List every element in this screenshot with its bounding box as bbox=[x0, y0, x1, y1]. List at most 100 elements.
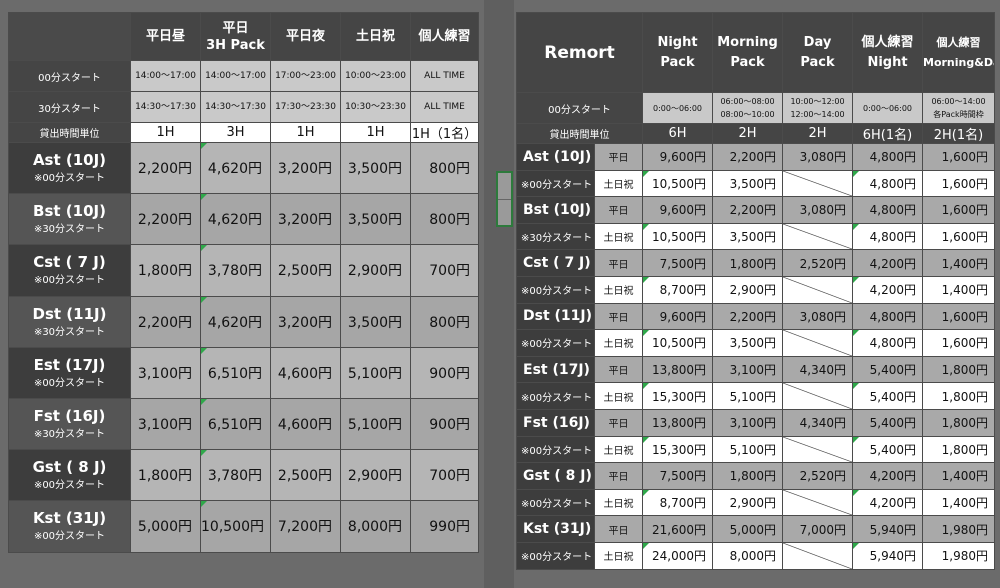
left-price-cell[interactable]: 7,200円 bbox=[270, 500, 341, 553]
left-price-cell[interactable]: 900円 bbox=[410, 346, 479, 399]
right-holiday-price[interactable]: 15,300円 bbox=[642, 382, 713, 410]
right-holiday-price[interactable]: 1,400円 bbox=[922, 488, 995, 517]
right-holiday-price[interactable]: 3,500円 bbox=[712, 329, 783, 357]
right-weekday-price[interactable]: 2,200円 bbox=[712, 302, 783, 331]
left-price-cell[interactable]: 4,620円 bbox=[200, 295, 271, 348]
left-price-cell[interactable]: 8,000円 bbox=[340, 500, 411, 553]
left-price-cell[interactable]: 3,500円 bbox=[340, 295, 411, 348]
right-weekday-price[interactable]: 13,800円 bbox=[642, 355, 713, 384]
left-price-cell[interactable]: 3,200円 bbox=[270, 193, 341, 246]
right-holiday-price[interactable]: 4,800円 bbox=[852, 169, 923, 198]
right-weekday-price[interactable]: 3,100円 bbox=[712, 355, 783, 384]
left-price-cell[interactable]: 10,500円 bbox=[200, 500, 271, 553]
right-weekday-price[interactable]: 7,000円 bbox=[782, 515, 853, 543]
right-holiday-price[interactable]: 10,500円 bbox=[642, 329, 713, 357]
right-holiday-price[interactable]: 4,200円 bbox=[852, 275, 923, 304]
left-price-cell[interactable]: 800円 bbox=[410, 295, 479, 348]
left-price-cell[interactable]: 3,100円 bbox=[130, 346, 201, 399]
left-price-cell[interactable]: 3,780円 bbox=[200, 449, 271, 502]
right-holiday-price[interactable]: 1,980円 bbox=[922, 541, 995, 570]
left-price-cell[interactable]: 2,500円 bbox=[270, 244, 341, 297]
left-price-cell[interactable]: 4,600円 bbox=[270, 397, 341, 451]
right-weekday-price[interactable]: 4,340円 bbox=[782, 355, 853, 384]
right-holiday-price[interactable]: 4,200円 bbox=[852, 488, 923, 517]
left-price-cell[interactable]: 6,510円 bbox=[200, 397, 271, 451]
left-price-cell[interactable]: 1,800円 bbox=[130, 449, 201, 502]
right-holiday-price[interactable]: 1,800円 bbox=[922, 435, 995, 464]
left-price-cell[interactable]: 4,620円 bbox=[200, 193, 271, 246]
right-holiday-price[interactable]: 5,400円 bbox=[852, 435, 923, 464]
right-weekday-price[interactable]: 21,600円 bbox=[642, 515, 713, 543]
right-weekday-price[interactable]: 4,340円 bbox=[782, 408, 853, 437]
left-price-cell[interactable]: 1,800円 bbox=[130, 244, 201, 297]
right-weekday-price[interactable]: 1,400円 bbox=[922, 249, 995, 277]
left-price-cell[interactable]: 4,600円 bbox=[270, 346, 341, 399]
right-holiday-price[interactable]: 4,800円 bbox=[852, 222, 923, 251]
left-price-cell[interactable]: 3,500円 bbox=[340, 193, 411, 246]
left-price-cell[interactable]: 5,000円 bbox=[130, 500, 201, 553]
left-price-cell[interactable]: 3,500円 bbox=[340, 141, 411, 195]
right-holiday-price[interactable]: 10,500円 bbox=[642, 169, 713, 198]
right-weekday-price[interactable]: 4,800円 bbox=[852, 196, 923, 224]
right-weekday-price[interactable]: 5,400円 bbox=[852, 408, 923, 437]
right-holiday-price[interactable]: 8,700円 bbox=[642, 488, 713, 517]
right-holiday-price[interactable]: 1,600円 bbox=[922, 222, 995, 251]
right-weekday-price[interactable]: 2,520円 bbox=[782, 462, 853, 490]
left-price-cell[interactable]: 2,200円 bbox=[130, 295, 201, 348]
selection-handle[interactable] bbox=[496, 171, 513, 227]
right-weekday-price[interactable]: 1,800円 bbox=[922, 408, 995, 437]
right-weekday-price[interactable]: 13,800円 bbox=[642, 408, 713, 437]
right-holiday-price[interactable]: 5,400円 bbox=[852, 382, 923, 410]
left-price-cell[interactable]: 3,200円 bbox=[270, 141, 341, 195]
left-price-cell[interactable]: 2,900円 bbox=[340, 449, 411, 502]
right-holiday-price[interactable]: 10,500円 bbox=[642, 222, 713, 251]
left-price-cell[interactable]: 2,200円 bbox=[130, 141, 201, 195]
right-weekday-price[interactable]: 5,000円 bbox=[712, 515, 783, 543]
right-holiday-price[interactable]: 24,000円 bbox=[642, 541, 713, 570]
right-holiday-price[interactable]: 5,100円 bbox=[712, 435, 783, 464]
right-weekday-price[interactable]: 2,200円 bbox=[712, 143, 783, 171]
right-weekday-price[interactable]: 3,100円 bbox=[712, 408, 783, 437]
left-price-cell[interactable]: 4,620円 bbox=[200, 141, 271, 195]
left-price-cell[interactable]: 700円 bbox=[410, 449, 479, 502]
right-weekday-price[interactable]: 5,400円 bbox=[852, 355, 923, 384]
right-holiday-price[interactable]: 1,800円 bbox=[922, 382, 995, 410]
right-holiday-price[interactable]: 8,700円 bbox=[642, 275, 713, 304]
right-weekday-price[interactable]: 3,080円 bbox=[782, 302, 853, 331]
right-weekday-price[interactable]: 1,600円 bbox=[922, 196, 995, 224]
right-weekday-price[interactable]: 1,980円 bbox=[922, 515, 995, 543]
right-weekday-price[interactable]: 4,200円 bbox=[852, 249, 923, 277]
right-weekday-price[interactable]: 9,600円 bbox=[642, 143, 713, 171]
left-price-cell[interactable]: 3,100円 bbox=[130, 397, 201, 451]
right-weekday-price[interactable]: 1,800円 bbox=[922, 355, 995, 384]
right-weekday-price[interactable]: 4,200円 bbox=[852, 462, 923, 490]
right-weekday-price[interactable]: 9,600円 bbox=[642, 302, 713, 331]
left-price-cell[interactable]: 2,200円 bbox=[130, 193, 201, 246]
left-price-cell[interactable]: 800円 bbox=[410, 141, 479, 195]
right-weekday-price[interactable]: 2,520円 bbox=[782, 249, 853, 277]
right-weekday-price[interactable]: 1,800円 bbox=[712, 462, 783, 490]
right-weekday-price[interactable]: 1,800円 bbox=[712, 249, 783, 277]
left-price-cell[interactable]: 800円 bbox=[410, 193, 479, 246]
right-weekday-price[interactable]: 4,800円 bbox=[852, 302, 923, 331]
right-holiday-price[interactable]: 1,600円 bbox=[922, 329, 995, 357]
left-price-cell[interactable]: 5,100円 bbox=[340, 397, 411, 451]
right-holiday-price[interactable]: 3,500円 bbox=[712, 169, 783, 198]
right-holiday-price[interactable]: 1,600円 bbox=[922, 169, 995, 198]
right-weekday-price[interactable]: 7,500円 bbox=[642, 249, 713, 277]
left-price-cell[interactable]: 990円 bbox=[410, 500, 479, 553]
right-holiday-price[interactable]: 4,800円 bbox=[852, 329, 923, 357]
right-weekday-price[interactable]: 3,080円 bbox=[782, 196, 853, 224]
right-holiday-price[interactable]: 15,300円 bbox=[642, 435, 713, 464]
right-holiday-price[interactable]: 3,500円 bbox=[712, 222, 783, 251]
left-price-cell[interactable]: 6,510円 bbox=[200, 346, 271, 399]
left-price-cell[interactable]: 900円 bbox=[410, 397, 479, 451]
right-weekday-price[interactable]: 2,200円 bbox=[712, 196, 783, 224]
right-weekday-price[interactable]: 1,600円 bbox=[922, 302, 995, 331]
left-price-cell[interactable]: 2,900円 bbox=[340, 244, 411, 297]
right-weekday-price[interactable]: 9,600円 bbox=[642, 196, 713, 224]
right-weekday-price[interactable]: 1,400円 bbox=[922, 462, 995, 490]
right-weekday-price[interactable]: 3,080円 bbox=[782, 143, 853, 171]
right-holiday-price[interactable]: 5,100円 bbox=[712, 382, 783, 410]
left-price-cell[interactable]: 2,500円 bbox=[270, 449, 341, 502]
